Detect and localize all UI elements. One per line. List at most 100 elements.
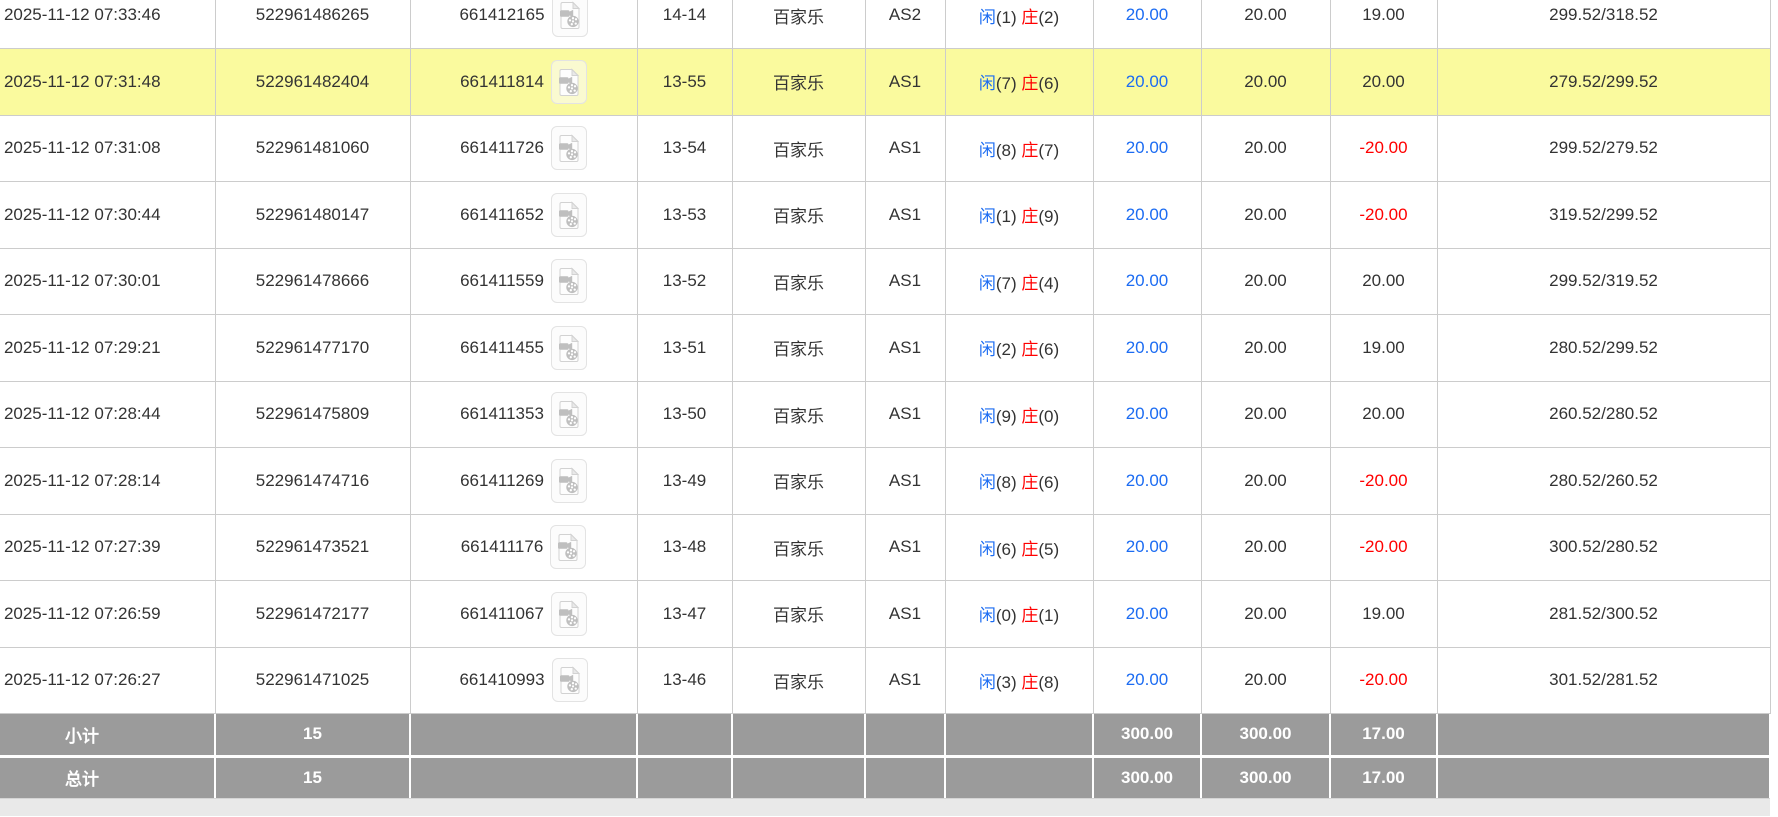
win-loss-text: -20.00: [1359, 670, 1407, 689]
video-replay-button[interactable]: [551, 459, 587, 503]
game-name-text: 百家乐: [773, 340, 824, 359]
banker-count: (0): [1038, 407, 1059, 426]
player-count: (1): [996, 207, 1017, 226]
table-row[interactable]: 2025-11-12 07:26:59522961472177661411067…: [0, 581, 1770, 648]
round-no-text: 13-52: [663, 271, 706, 290]
game-no-text: 661411455: [460, 338, 544, 358]
table-no-text: AS1: [889, 72, 921, 91]
banker-count: (6): [1038, 473, 1059, 492]
valid-bet-link[interactable]: 20.00: [1126, 338, 1169, 357]
cell-order-no: 522961486265: [215, 0, 410, 49]
cell-valid-bet: 20.00: [1093, 0, 1201, 49]
banker-label: 庄: [1021, 207, 1038, 226]
video-replay-button[interactable]: [550, 525, 586, 569]
banker-count: (6): [1038, 340, 1059, 359]
table-row[interactable]: 2025-11-12 07:26:27522961471025661410993…: [0, 647, 1770, 714]
player-label: 闲: [979, 74, 996, 93]
valid-bet-link[interactable]: 20.00: [1126, 471, 1169, 490]
cell-valid-bet: 20.00: [1093, 248, 1201, 315]
cell-bet-time: 2025-11-12 07:29:21: [0, 315, 215, 382]
cell-table-no: AS1: [865, 315, 945, 382]
subtotal-empty-cell: [637, 714, 732, 756]
cell-win-loss: 20.00: [1330, 381, 1437, 448]
cell-bet-time: 2025-11-12 07:30:01: [0, 248, 215, 315]
cell-result: 闲(9) 庄(0): [945, 381, 1093, 448]
cell-game-name: 百家乐: [732, 182, 865, 249]
video-replay-button[interactable]: [552, 658, 588, 702]
round-no-text: 14-14: [663, 5, 706, 24]
table-row[interactable]: 2025-11-12 07:31:48522961482404661411814…: [0, 49, 1770, 116]
cell-bet-time: 2025-11-12 07:31:48: [0, 49, 215, 116]
valid-bet-link[interactable]: 20.00: [1126, 271, 1169, 290]
cell-order-no: 522961477170: [215, 315, 410, 382]
player-count: (3): [996, 673, 1017, 692]
video-replay-button[interactable]: [551, 60, 587, 104]
total-empty-cell: [410, 756, 637, 798]
video-file-icon: [558, 267, 580, 295]
cell-result: 闲(1) 庄(9): [945, 182, 1093, 249]
bet-amount-text: 20.00: [1244, 471, 1287, 490]
video-replay-button[interactable]: [551, 326, 587, 370]
cell-bet-time: 2025-11-12 07:26:59: [0, 581, 215, 648]
total-empty-cell: [732, 756, 865, 798]
table-row[interactable]: 2025-11-12 07:28:44522961475809661411353…: [0, 381, 1770, 448]
cell-bet-amount: 20.00: [1201, 115, 1330, 182]
video-file-icon: [558, 600, 580, 628]
video-file-icon: [557, 533, 579, 561]
valid-bet-link[interactable]: 20.00: [1126, 5, 1169, 24]
game-name-text: 百家乐: [773, 540, 824, 559]
cell-round-no: 13-53: [637, 182, 732, 249]
player-label: 闲: [979, 540, 996, 559]
valid-bet-link[interactable]: 20.00: [1126, 604, 1169, 623]
bet-amount-text: 20.00: [1244, 205, 1287, 224]
table-row[interactable]: 2025-11-12 07:28:14522961474716661411269…: [0, 448, 1770, 515]
order-no-text: 522961480147: [256, 205, 369, 224]
total-empty-cell: [945, 756, 1093, 798]
table-scroll-area: 2025-11-12 07:33:46522961486265661412165…: [0, 0, 1770, 816]
video-replay-button[interactable]: [551, 259, 587, 303]
cell-round-no: 13-48: [637, 514, 732, 581]
valid-bet-link[interactable]: 20.00: [1126, 670, 1169, 689]
round-no-text: 13-49: [663, 471, 706, 490]
valid-bet-link[interactable]: 20.00: [1126, 537, 1169, 556]
cell-valid-bet: 20.00: [1093, 381, 1201, 448]
cell-win-loss: -20.00: [1330, 448, 1437, 515]
table-row[interactable]: 2025-11-12 07:30:01522961478666661411559…: [0, 248, 1770, 315]
video-replay-button[interactable]: [551, 126, 587, 170]
cell-win-loss: 20.00: [1330, 248, 1437, 315]
cell-round-no: 13-46: [637, 647, 732, 714]
cell-order-no: 522961475809: [215, 381, 410, 448]
table-row[interactable]: 2025-11-12 07:33:46522961486265661412165…: [0, 0, 1770, 49]
video-file-icon: [559, 1, 581, 29]
video-replay-button[interactable]: [552, 0, 588, 37]
game-name-text: 百家乐: [773, 274, 824, 293]
cell-bet-amount: 20.00: [1201, 448, 1330, 515]
cell-table-no: AS1: [865, 182, 945, 249]
total-empty-cell: [1437, 756, 1770, 798]
valid-bet-link[interactable]: 20.00: [1126, 404, 1169, 423]
cell-game-name: 百家乐: [732, 581, 865, 648]
video-file-icon: [559, 666, 581, 694]
table-row[interactable]: 2025-11-12 07:30:44522961480147661411652…: [0, 182, 1770, 249]
table-row[interactable]: 2025-11-12 07:29:21522961477170 661411455…: [0, 315, 1770, 382]
bet-amount-text: 20.00: [1244, 138, 1287, 157]
total-row: 总计 15 300.00 300.00 17.00: [0, 756, 1770, 798]
banker-count: (1): [1038, 606, 1059, 625]
video-replay-button[interactable]: [551, 392, 587, 436]
cell-bet-amount: 20.00: [1201, 581, 1330, 648]
player-label: 闲: [979, 207, 996, 226]
table-row[interactable]: 2025-11-12 07:27:39522961473521661411176…: [0, 514, 1770, 581]
cell-order-no: 522961481060: [215, 115, 410, 182]
video-replay-button[interactable]: [551, 592, 587, 636]
valid-bet-link[interactable]: 20.00: [1126, 72, 1169, 91]
valid-bet-link[interactable]: 20.00: [1126, 205, 1169, 224]
video-replay-button[interactable]: [551, 193, 587, 237]
table-row[interactable]: 2025-11-12 07:31:08522961481060661411726…: [0, 115, 1770, 182]
cell-balance: 319.52/299.52: [1437, 182, 1770, 249]
cell-game-name: 百家乐: [732, 315, 865, 382]
valid-bet-link[interactable]: 20.00: [1126, 138, 1169, 157]
bet-time-text: 2025-11-12 07:28:44: [4, 404, 161, 423]
win-loss-text: -20.00: [1359, 537, 1407, 556]
table-no-text: AS1: [889, 338, 921, 357]
cell-round-no: 13-54: [637, 115, 732, 182]
